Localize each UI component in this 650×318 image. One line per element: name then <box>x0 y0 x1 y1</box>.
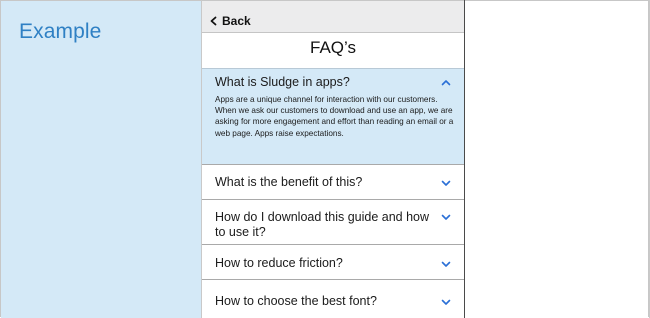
faq-question: How to reduce friction? <box>215 256 343 270</box>
chevron-up-icon[interactable] <box>441 78 451 88</box>
faq-item[interactable]: How do I download this guide and how to … <box>202 200 464 245</box>
chevron-down-icon[interactable] <box>441 178 451 188</box>
faq-question: What is the benefit of this? <box>215 175 363 189</box>
example-label: Example <box>19 20 102 43</box>
chevron-down-icon[interactable] <box>441 259 451 269</box>
phone-divider <box>464 0 465 318</box>
chevron-down-icon[interactable] <box>441 212 451 222</box>
faq-item[interactable]: How to reduce friction? <box>202 245 464 280</box>
back-button[interactable]: Back <box>209 13 251 29</box>
chevron-down-icon[interactable] <box>441 297 451 307</box>
page-title: FAQ’s <box>310 38 356 57</box>
faq-item-expanded[interactable]: What is Sludge in apps? Apps are a uniqu… <box>202 68 464 165</box>
faq-question: How to choose the best font? <box>215 294 377 308</box>
faq-item[interactable]: What is the benefit of this? <box>202 165 464 200</box>
faq-question: What is Sludge in apps? <box>215 75 350 89</box>
faq-item[interactable]: How to choose the best font? <box>202 280 464 318</box>
faq-answer: Apps are a unique channel for interactio… <box>215 95 454 138</box>
back-label: Back <box>222 14 251 28</box>
chevron-left-icon <box>210 16 217 26</box>
phone-screen: Back FAQ’s What is Sludge in apps? Apps … <box>202 1 464 318</box>
faq-question: How do I download this guide and how to … <box>215 210 430 239</box>
example-column: Example <box>1 1 201 318</box>
top-bar: Back <box>202 1 464 33</box>
